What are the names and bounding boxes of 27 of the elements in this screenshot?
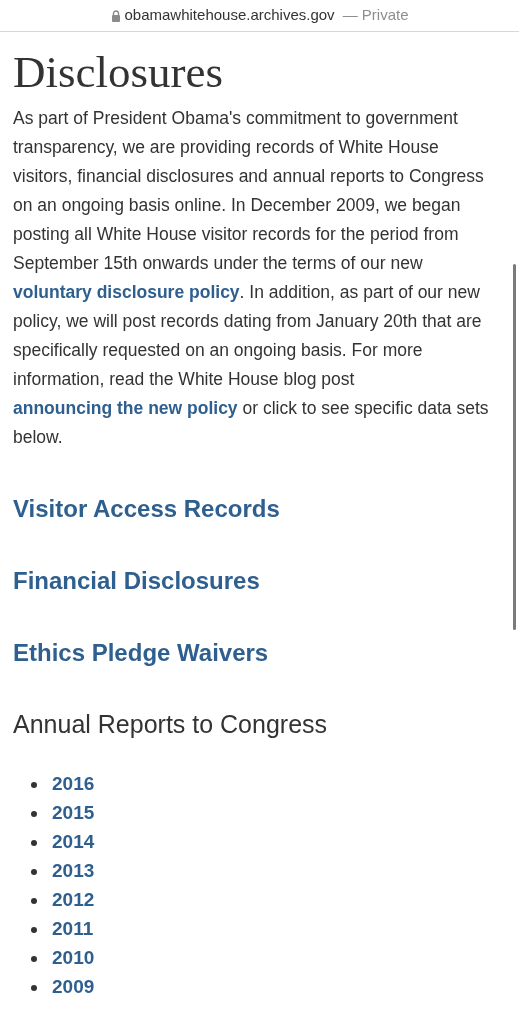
section-link[interactable]: Ethics Pledge Waivers <box>13 638 506 668</box>
year-link[interactable]: 2016 <box>52 770 95 799</box>
bullet-icon <box>31 955 37 962</box>
year-link[interactable]: 2011 <box>52 915 94 944</box>
year-link[interactable]: 2013 <box>52 857 95 886</box>
year-link[interactable]: 2014 <box>52 828 95 857</box>
page-title: Disclosures <box>13 46 224 99</box>
bullet-icon <box>31 839 37 846</box>
year-link[interactable]: 2009 <box>52 973 95 1002</box>
bullet-icon <box>31 984 37 991</box>
inline-link[interactable]: announcing the new policy <box>13 398 238 418</box>
lock-icon <box>110 9 121 22</box>
bullet-icon <box>31 926 37 933</box>
section-heading: Annual Reports to Congress <box>13 709 329 740</box>
bullet-icon <box>31 897 37 904</box>
private-label: — Private <box>342 5 409 26</box>
bullet-icon <box>31 781 37 788</box>
bullet-icon <box>31 810 37 817</box>
year-link[interactable]: 2010 <box>52 944 95 973</box>
intro-paragraph: As part of President Obama's commitment to government transparency, we are providing records of White House visitors, financial disclosures and annual reports to Congress on an ongoing basis online. In December 2009, we began posting all White House visitor records for the period from September 15th onwards under the terms of our new voluntary disclosure policy. In addition, as part of our new policy, we will post records dating from January 20th that are specifically requested on an ongoing basis. For more information, read the White House blog post announcing the new policy or click to see specific data sets below. <box>13 107 490 449</box>
url-domain: obamawhitehouse.archives.gov <box>124 5 335 26</box>
section-link[interactable]: Visitor Access Records <box>13 494 506 524</box>
year-link[interactable]: 2015 <box>52 799 95 828</box>
section-link[interactable]: Financial Disclosures <box>13 566 506 596</box>
bullet-icon <box>31 868 37 875</box>
inline-link[interactable]: voluntary disclosure policy <box>13 282 240 302</box>
year-link[interactable]: 2012 <box>52 886 95 915</box>
